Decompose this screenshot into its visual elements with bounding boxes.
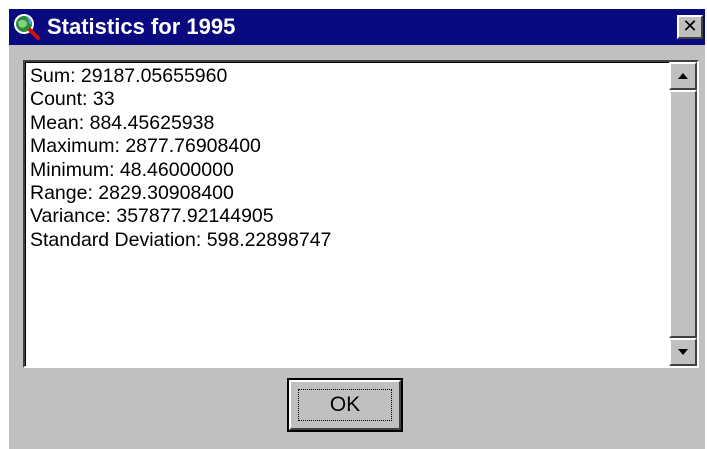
stat-range: Range: 2829.30908400 (30, 182, 234, 205)
arrow-up-icon (678, 73, 688, 79)
stat-variance: Variance: 357877.92144905 (30, 205, 274, 228)
stat-mean: Mean: 884.45625938 (30, 111, 215, 134)
statistics-dialog: Statistics for 1995 ✕ Sum: 29187.0565596… (9, 9, 705, 449)
close-button[interactable]: ✕ (677, 15, 703, 39)
scroll-track[interactable] (669, 90, 697, 338)
arrow-down-icon (678, 349, 688, 355)
globe-magnifier-icon (14, 14, 40, 40)
ok-button-label: OK (329, 393, 361, 416)
scroll-up-button[interactable] (669, 62, 697, 90)
stat-standard-deviation: Standard Deviation: 598.22898747 (30, 228, 332, 251)
stat-count: Count: 33 (30, 88, 115, 111)
vertical-scrollbar[interactable] (669, 62, 697, 366)
stat-sum: Sum: 29187.05655960 (30, 65, 228, 87)
statistics-list: Sum: 29187.05655960 Count: 33 Mean: 884.… (30, 65, 660, 252)
ok-button-face: OK (289, 380, 401, 430)
stat-minimum: Minimum: 48.46000000 (30, 158, 234, 181)
title-bar[interactable]: Statistics for 1995 ✕ (9, 9, 705, 45)
statistics-text-area[interactable]: Sum: 29187.05655960 Count: 33 Mean: 884.… (23, 60, 699, 368)
ok-button[interactable]: OK (287, 378, 403, 432)
window-title: Statistics for 1995 (47, 14, 236, 39)
close-icon: ✕ (682, 16, 698, 37)
scroll-down-button[interactable] (669, 338, 697, 366)
stat-maximum: Maximum: 2877.76908400 (30, 135, 261, 158)
